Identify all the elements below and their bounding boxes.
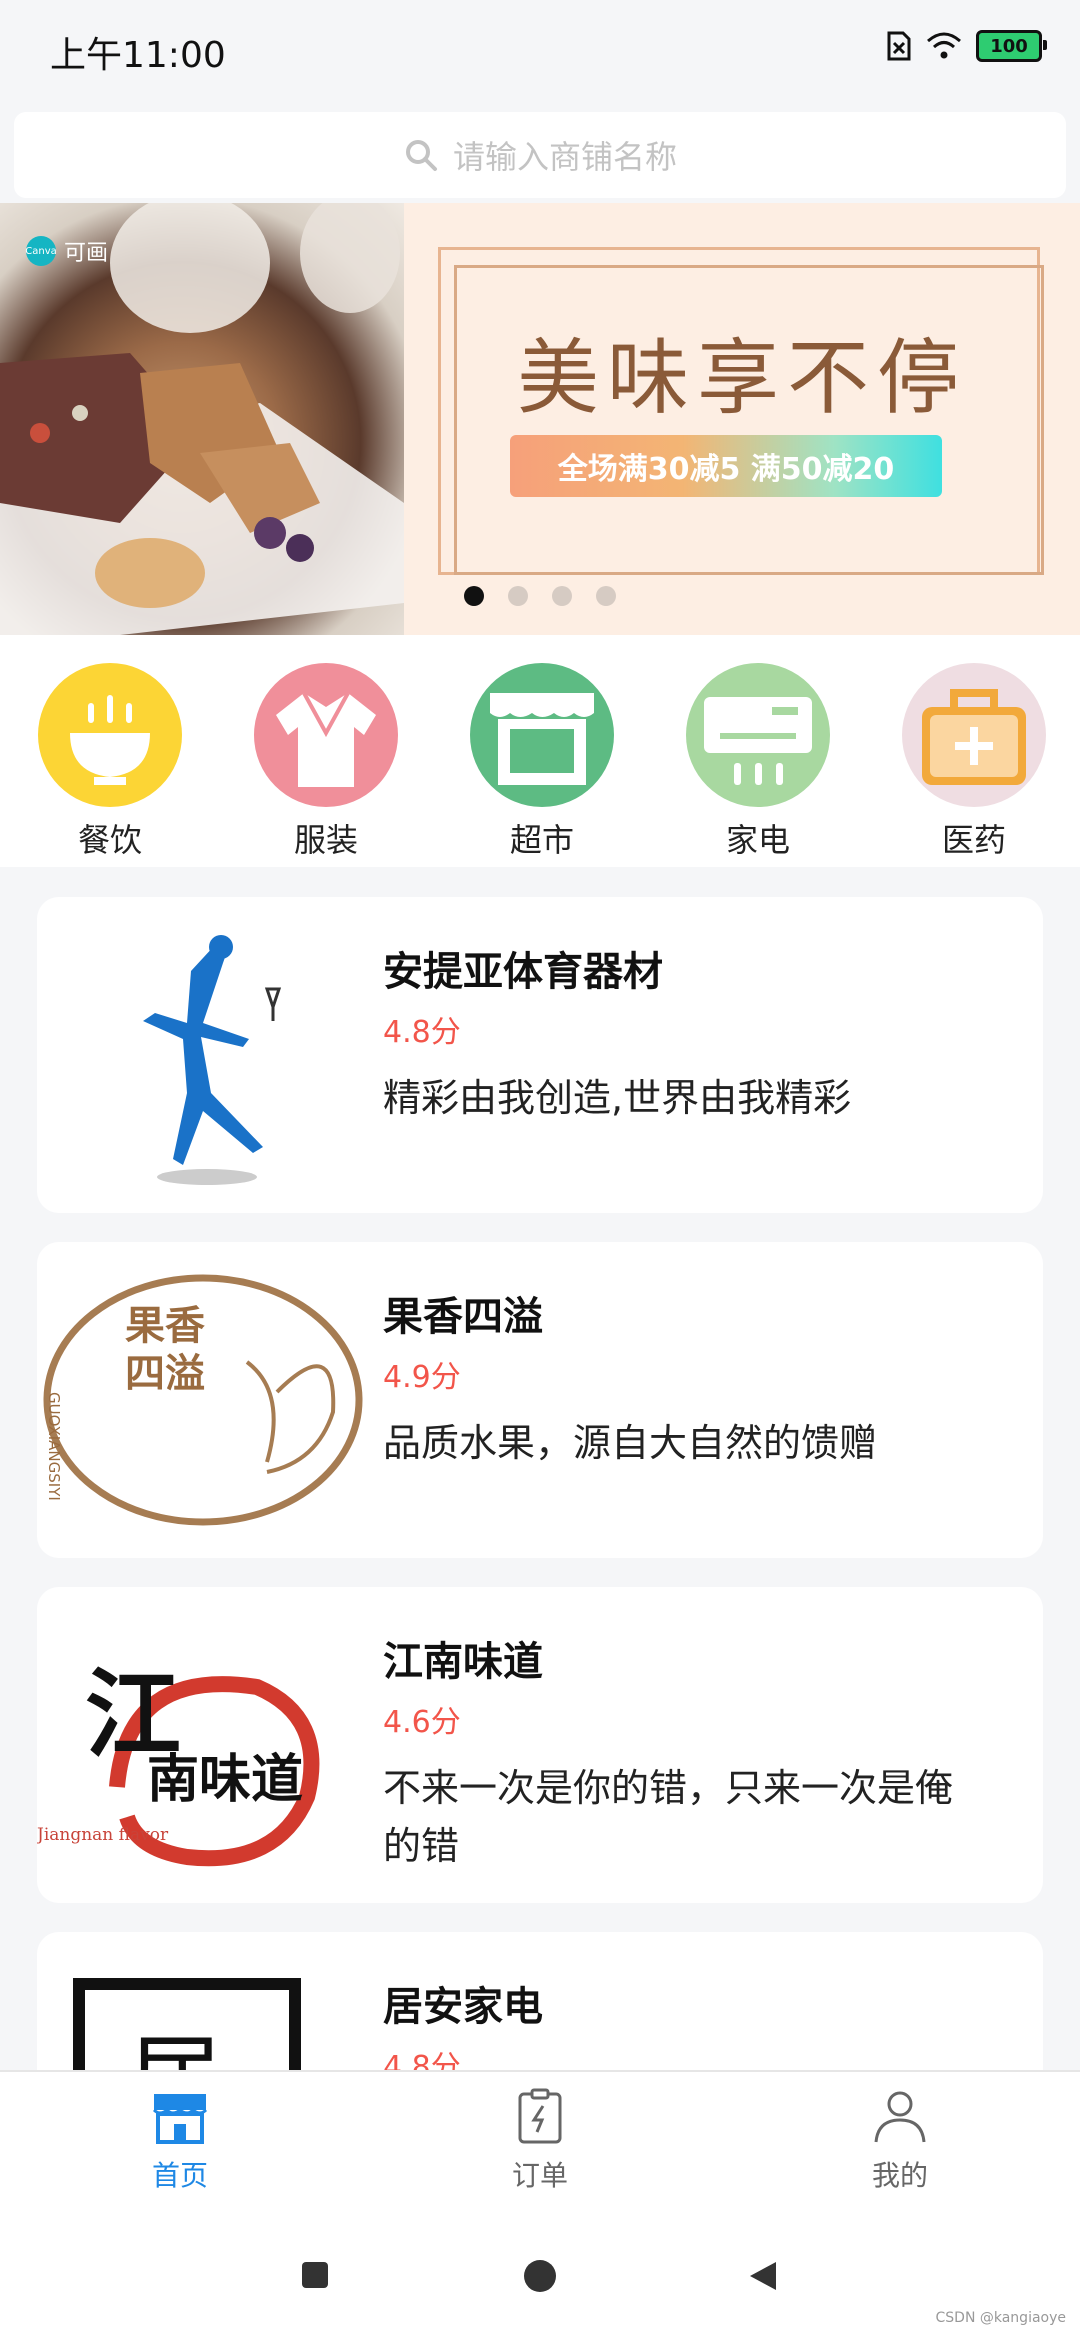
- watermark-credit: CSDN @kangiaoye: [935, 2310, 1067, 2326]
- shop-logo: 果香四溢 GUOXIANGSIYI: [37, 1242, 367, 1558]
- recents-icon[interactable]: [300, 2260, 330, 2290]
- promo-strip: 全场满30减5 满50减20: [510, 435, 942, 497]
- pastry-image: [0, 203, 404, 635]
- category-clothing[interactable]: 服装: [251, 663, 401, 861]
- home-icon[interactable]: [523, 2259, 557, 2293]
- shop-desc: 品质水果，源自大自然的馈赠: [383, 1421, 878, 1465]
- canva-logo-badge: Canva: [25, 236, 57, 266]
- shop-desc: 精彩由我创造,世界由我精彩: [383, 1076, 852, 1120]
- clipboard-icon: [518, 2088, 562, 2144]
- category-supermarket[interactable]: 超市: [467, 663, 617, 861]
- no-sim-icon: [887, 31, 911, 61]
- banner-promo-panel: 美味享不停 全场满30减5 满50减20: [404, 203, 1080, 635]
- status-time: 上午11:00: [50, 35, 226, 76]
- shop-logo: 江 南味道 Jiangnan flavor: [37, 1587, 367, 1903]
- user-icon: [874, 2091, 926, 2143]
- carousel-dot-active[interactable]: [464, 586, 484, 606]
- shop-card[interactable]: 安提亚体育器材 4.8分 精彩由我创造,世界由我精彩: [37, 897, 1043, 1213]
- category-label: 家电: [725, 821, 790, 859]
- shop-logo-subtext: GUOXIANGSIYI: [45, 1392, 63, 1501]
- search-placeholder: 请输入商铺名称: [452, 138, 677, 176]
- tab-orders[interactable]: 订单: [440, 2086, 640, 2194]
- shop-logo: [37, 897, 367, 1213]
- shop-name: 江南味道: [383, 1639, 543, 1685]
- category-label: 服装: [293, 821, 358, 859]
- shop-rating: 4.8分: [383, 1015, 461, 1050]
- wifi-icon: [927, 32, 961, 59]
- shop-logo-subtext: Jiangnan flavor: [37, 1825, 169, 1845]
- system-nav-bar: CSDN @kangiaoye: [0, 2210, 1080, 2340]
- clothing-icon: [254, 663, 398, 807]
- category-dining[interactable]: 餐饮: [35, 663, 185, 861]
- shop-rating: 4.6分: [383, 1705, 461, 1740]
- canva-logo: Canva 可画: [25, 235, 109, 267]
- shop-logo-text: 南味道: [147, 1749, 304, 1810]
- carousel-dot[interactable]: [508, 586, 528, 606]
- battery-level: 100: [990, 35, 1028, 57]
- category-label: 医药: [941, 821, 1006, 859]
- tab-label: 我的: [871, 2159, 928, 2192]
- category-pharmacy[interactable]: 医药: [899, 663, 1049, 861]
- medicine-kit-icon: [902, 663, 1046, 807]
- search-input[interactable]: 请输入商铺名称: [14, 112, 1066, 198]
- shop-name: 安提亚体育器材: [383, 949, 663, 995]
- shop-desc: 不来一次是你的错，只来一次是俺的错: [383, 1766, 954, 1868]
- rice-bowl-icon: [38, 663, 182, 807]
- carousel-dot[interactable]: [596, 586, 616, 606]
- promo-banner[interactable]: Canva 可画 美味享不停 全场满30减5 满50减20: [0, 203, 1080, 635]
- shop-name: 果香四溢: [383, 1294, 543, 1340]
- category-appliances[interactable]: 家电: [683, 663, 833, 861]
- tab-home[interactable]: 首页: [80, 2086, 280, 2194]
- category-label: 餐饮: [77, 821, 142, 859]
- tab-profile[interactable]: 我的: [800, 2086, 1000, 2194]
- canva-logo-text: 可画: [64, 241, 109, 266]
- shop-card[interactable]: 江 南味道 Jiangnan flavor 江南味道 4.6分 不来一次是你的错…: [37, 1587, 1043, 1903]
- status-icons: 100: [886, 30, 1047, 62]
- shop-logo-text: 果香四溢: [125, 1302, 205, 1397]
- tab-label: 订单: [511, 2159, 568, 2192]
- search-icon: [405, 140, 437, 171]
- bottom-tab-bar: 首页 订单 我的: [0, 2070, 1080, 2212]
- shop-card[interactable]: 果香四溢 GUOXIANGSIYI 果香四溢 4.9分 品质水果，源自大自然的馈…: [37, 1242, 1043, 1558]
- shop-name: 居安家电: [383, 1984, 543, 2030]
- store-icon: [152, 2094, 208, 2144]
- back-icon[interactable]: [748, 2260, 778, 2292]
- promo-text: 全场满30减5 满50减20: [557, 452, 895, 487]
- category-grid: 餐饮 服装 超市 家电 医药: [0, 635, 1080, 867]
- shop-rating: 4.9分: [383, 1360, 461, 1395]
- supermarket-icon: [470, 663, 614, 807]
- carousel-dot[interactable]: [552, 586, 572, 606]
- tab-label: 首页: [151, 2159, 208, 2192]
- battery-icon: 100: [976, 30, 1047, 62]
- category-label: 超市: [509, 821, 574, 859]
- banner-slogan: 美味享不停: [516, 331, 967, 426]
- status-bar: 上午11:00 100: [0, 0, 1080, 100]
- banner-photo: Canva 可画: [0, 203, 404, 635]
- air-conditioner-icon: [686, 663, 830, 807]
